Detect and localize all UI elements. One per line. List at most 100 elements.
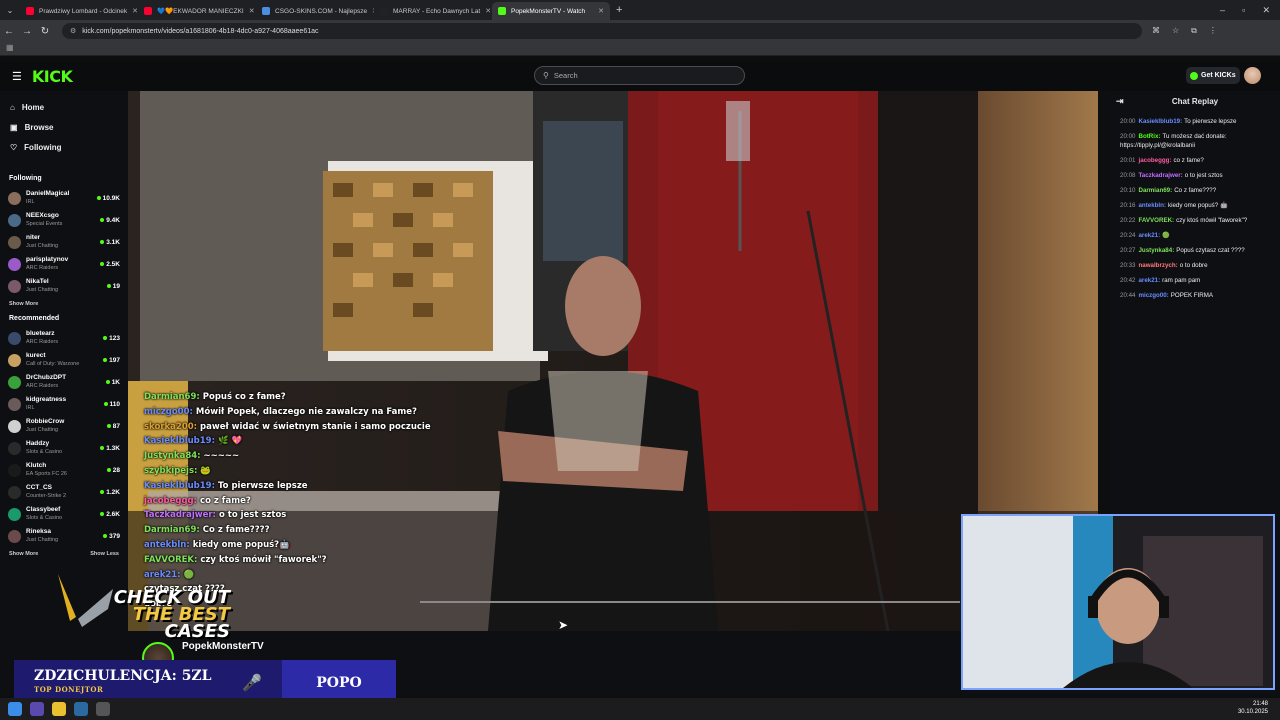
chat-username[interactable]: Kasieklblub19: [1138, 118, 1182, 125]
tab-search-icon[interactable]: ⌄ [0, 6, 20, 15]
sidebar-item-label: Following [24, 142, 62, 152]
hamburger-menu-icon[interactable]: ☰ [12, 70, 22, 83]
channel-avatar [8, 235, 21, 249]
viewer-count-value: 87 [112, 422, 120, 430]
taskbar-steam-icon[interactable] [74, 702, 88, 716]
bookmark-star-icon[interactable]: ☆ [1172, 26, 1179, 36]
channel-item[interactable]: Rineksa Just Chatting 379 [0, 525, 128, 547]
apps-grid-icon[interactable]: ▦ [6, 43, 14, 52]
chat-username[interactable]: jacobeggg: [1138, 157, 1171, 164]
browser-tab[interactable]: MARRAY - Echo Dawnych Lat ✕ [374, 2, 492, 20]
sidebar-item-label: Browse [24, 122, 54, 132]
channel-item[interactable]: DrChubzDPT ARC Raiders 1K [0, 371, 128, 393]
video-chat-line: Kasieklblub19: To pierwsze lepsze [144, 479, 464, 494]
channel-item[interactable]: RobbieCrow Just Chatting 87 [0, 415, 128, 437]
channel-item[interactable]: NEEXcsgo Special Events 9.4K [0, 209, 128, 231]
show-more-recommended[interactable]: Show More Show Less [0, 547, 128, 561]
browser-tab[interactable]: CSGO-SKINS.COM - Najlepsze✕ [256, 2, 374, 20]
viewer-count-value: 3.1K [106, 238, 120, 246]
forward-button[interactable]: → [18, 26, 36, 37]
avatar[interactable] [1244, 67, 1261, 84]
channel-info: CCT_CS Counter-Strike 2 [26, 484, 100, 500]
live-dot-icon [106, 424, 111, 428]
system-clock[interactable]: 21:48 30.10.2025 [1238, 700, 1268, 716]
sidebar-item-following[interactable]: ♡ Following [0, 137, 128, 157]
show-less-label[interactable]: Show Less [90, 551, 119, 557]
promo-line-3: CASES [164, 621, 230, 642]
chat-username: miczgo00: [144, 406, 193, 417]
channel-item[interactable]: NikaTel Just Chatting 19 [0, 275, 128, 297]
clock-date: 30.10.2025 [1237, 709, 1268, 715]
channel-category: Call of Duty: Warzone [26, 361, 80, 367]
chat-timestamp: 20:22 [1120, 217, 1136, 224]
browser-tab-bar: ⌄ Prawdziwy Lombard - Odcinek ✕ 💙🧡EKWADOR … [0, 0, 1280, 20]
minimize-button[interactable]: – [1220, 5, 1225, 16]
chat-timestamp: 20:33 [1120, 262, 1136, 269]
channel-item[interactable]: Haddzy Slots & Casino 1.3K [0, 437, 128, 459]
sidebar-item-browse[interactable]: ▣ Browse [0, 117, 128, 137]
collapse-chat-icon[interactable]: ⇥ [1116, 96, 1124, 107]
kick-logo[interactable]: KICK [32, 67, 73, 86]
video-chat-line: antekbln: kiedy ome popuś?🤖 [144, 538, 464, 553]
chat-text: Popuś co z fame? [202, 392, 286, 402]
channel-avatar [8, 353, 21, 367]
channel-item[interactable]: Klutch EA Sports FC 26 28 [0, 459, 128, 481]
channel-name: NEEXcsgo [26, 212, 59, 219]
menu-dots-icon[interactable]: ⋮ [1209, 26, 1217, 36]
maximize-button[interactable]: ▫ [1242, 5, 1245, 16]
channel-category: EA Sports FC 26 [26, 471, 67, 477]
channel-info: NEEXcsgo Special Events [26, 212, 100, 228]
show-more-following[interactable]: Show More [0, 297, 128, 311]
channel-item[interactable]: bluetearz ARC Raiders 123 [0, 327, 128, 349]
channel-item[interactable]: kidgreatness IRL 110 [0, 393, 128, 415]
chat-username[interactable]: Justynka84: [1138, 247, 1174, 254]
chat-username[interactable]: miczgo00: [1138, 292, 1168, 299]
close-tab-icon[interactable]: ✕ [485, 7, 491, 15]
chat-username[interactable]: nawalbrzych: [1138, 262, 1177, 269]
acoustic-panel [323, 171, 493, 351]
chat-username[interactable]: BotRix: [1138, 133, 1160, 140]
tab-favicon-icon [498, 7, 506, 15]
taskbar-chrome-icon[interactable] [52, 702, 66, 716]
chat-username[interactable]: arek21: [1138, 232, 1160, 239]
chat-text: POPEK FIRMA [1170, 292, 1214, 299]
browser-tab[interactable]: PopekMonsterTV - Watch ✕ [492, 2, 610, 20]
extensions-icon[interactable]: ⧉ [1191, 26, 1197, 36]
video-progress-bar[interactable] [420, 601, 960, 603]
channel-item[interactable]: CCT_CS Counter-Strike 2 1.2K [0, 481, 128, 503]
site-info-icon[interactable]: ⚙ [70, 27, 76, 35]
start-icon[interactable] [8, 702, 22, 716]
get-kicks-button[interactable]: Get KICKs [1186, 67, 1240, 84]
browser-tab[interactable]: Prawdziwy Lombard - Odcinek ✕ [20, 2, 138, 20]
channel-avatar [8, 375, 21, 389]
chat-username[interactable]: arek21: [1138, 277, 1160, 284]
search-input[interactable]: ⚲ Search [534, 66, 745, 85]
chat-username[interactable]: Taczkadrajwer: [1138, 172, 1182, 179]
taskbar-app-icon[interactable] [96, 702, 110, 716]
viewer-count-value: 2.5K [106, 260, 120, 268]
address-bar-row: ← → ↻ ⚙ kick.com/popekmonstertv/videos/a… [0, 20, 1280, 42]
channel-item[interactable]: Classybeef Slots & Casino 2.6K [0, 503, 128, 525]
close-tab-icon[interactable]: ✕ [249, 7, 255, 15]
chat-username[interactable]: Darmian69: [1138, 187, 1172, 194]
channel-item[interactable]: parisplatynov ARC Raiders 2.5K [0, 253, 128, 275]
channel-item[interactable]: DanielMagical IRL 10.9K [0, 187, 128, 209]
channel-name[interactable]: PopekMonsterTV [182, 641, 264, 652]
chat-text: Popuś czytasz czat ???? [1176, 247, 1245, 254]
sidebar-item-home[interactable]: ⌂ Home [0, 97, 128, 117]
channel-item[interactable]: niter Just Chatting 3.1K [0, 231, 128, 253]
taskbar-app-icon[interactable] [30, 702, 44, 716]
translate-icon[interactable]: ⌘ [1152, 26, 1160, 36]
chat-text: Tu możesz dać donate: https://tipply.pl/… [1120, 133, 1227, 149]
back-button[interactable]: ← [0, 26, 18, 37]
chat-timestamp: 20:24 [1120, 232, 1136, 239]
chat-username[interactable]: antekbln: [1138, 202, 1166, 209]
url-field[interactable]: ⚙ kick.com/popekmonstertv/videos/a168180… [62, 23, 1142, 39]
browser-tab[interactable]: 💙🧡EKWADOR MANIECZKI ✕ [138, 2, 256, 20]
new-tab-button[interactable]: + [616, 4, 622, 16]
reload-button[interactable]: ↻ [36, 26, 54, 37]
close-tab-icon[interactable]: ✕ [598, 7, 604, 15]
chat-username[interactable]: FAVVOREK: [1138, 217, 1174, 224]
close-window-button[interactable]: ✕ [1262, 5, 1270, 16]
channel-item[interactable]: kurect Call of Duty: Warzone 197 [0, 349, 128, 371]
